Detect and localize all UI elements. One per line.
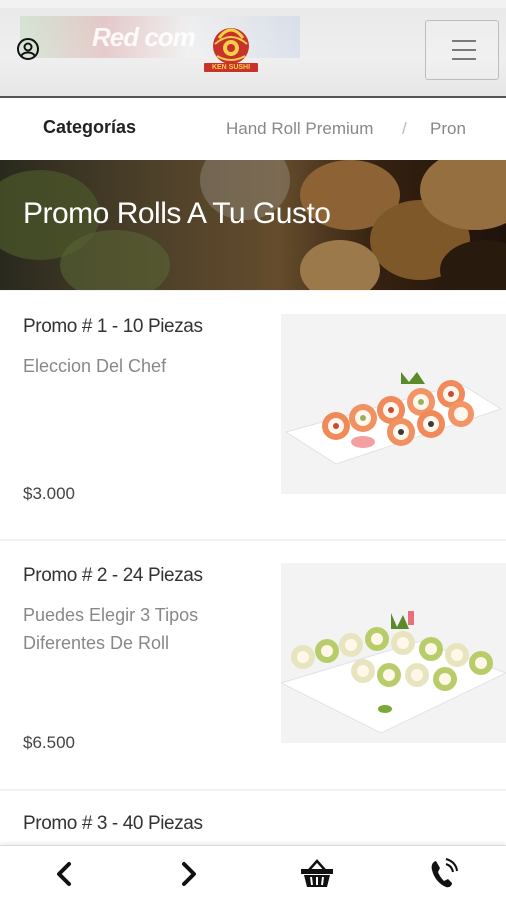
category-tabs: Categorías Hand Roll Premium / Pron [0,98,506,160]
tab-hand-roll-premium[interactable]: Hand Roll Premium [226,119,373,139]
phone-icon[interactable] [422,856,462,892]
tab-promo[interactable]: Pron [430,119,466,139]
product-image [281,314,506,494]
menu-bar [452,49,476,51]
menu-bar [452,58,476,60]
product-name: Promo # 3 - 40 Piezas [23,813,203,834]
product-card[interactable]: Promo # 3 - 40 Piezas [0,791,506,851]
menu-button[interactable] [425,20,499,80]
status-strip [0,0,506,8]
app-header: Red com KEN SUSHI [0,0,506,98]
basket-icon[interactable] [297,856,337,892]
tab-separator: / [402,119,407,138]
category-title: Promo Rolls A Tu Gusto [23,197,331,230]
product-price: $6.500 [23,733,75,752]
tab-categorias[interactable]: Categorías [43,117,136,138]
product-name: Promo # 1 - 10 Piezas [23,316,203,337]
product-description: Eleccion Del Chef [23,356,167,376]
header-banner-text: Red com [92,22,196,52]
product-image [281,563,506,743]
product-card[interactable]: Promo # 1 - 10 Piezas Eleccion Del Chef … [0,291,506,539]
chevron-right-icon[interactable] [168,856,208,892]
product-description: Puedes Elegir 3 Tipos Diferentes De Roll [23,605,199,653]
product-name: Promo # 2 - 24 Piezas [23,565,203,586]
menu-bar [452,40,476,42]
chevron-left-icon[interactable] [45,856,85,892]
bottom-navigation [0,845,506,900]
product-card[interactable]: Promo # 2 - 24 Piezas Puedes Elegir 3 Ti… [0,541,506,789]
user-circle-icon[interactable] [16,37,40,61]
product-price: $3.000 [23,484,75,503]
logo-wordmark: KEN SUSHI [204,63,258,72]
category-hero: Promo Rolls A Tu Gusto [0,160,506,290]
